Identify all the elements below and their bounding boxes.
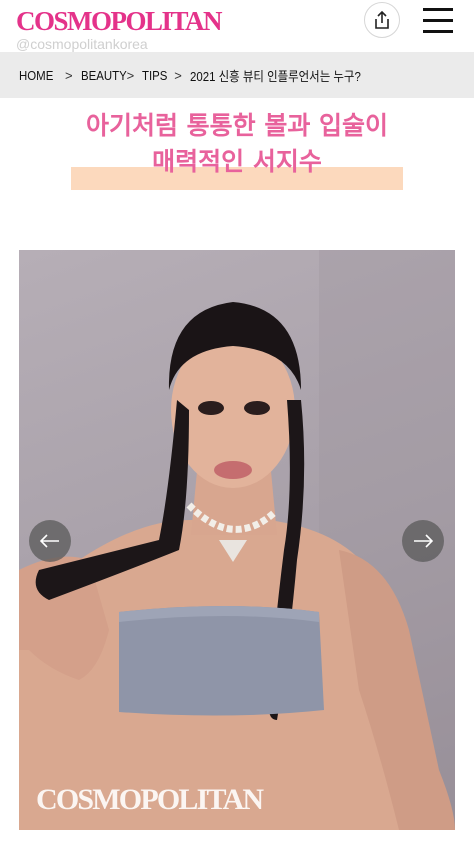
headline-line-2: 매력적인 서지수 bbox=[152, 147, 322, 176]
hamburger-menu-icon bbox=[423, 30, 453, 33]
cosmopolitan-logo[interactable]: COSMOPOLITAN bbox=[16, 4, 223, 38]
gallery-prev-button[interactable] bbox=[29, 520, 71, 562]
breadcrumb-home[interactable]: HOME bbox=[19, 68, 59, 83]
hamburger-menu-icon bbox=[423, 8, 453, 11]
headline-line-1: 아기처럼 통통한 볼과 입술이 bbox=[85, 111, 389, 140]
arrow-left-icon bbox=[40, 534, 59, 548]
arrow-right-icon bbox=[414, 534, 433, 548]
breadcrumb: HOME > BEAUTY > TIPS > 2021 신흥 뷰티 인플루언서는… bbox=[0, 52, 474, 98]
share-icon bbox=[375, 10, 389, 29]
chevron-right-icon: > bbox=[126, 67, 135, 83]
gallery-next-button[interactable] bbox=[402, 520, 444, 562]
cosmopolitan-watermark: COSMOPOLITAN bbox=[36, 783, 264, 816]
breadcrumb-beauty[interactable]: BEAUTY bbox=[81, 68, 127, 83]
breadcrumb-article-title: 2021 신흥 뷰티 인플루언서는 누구? bbox=[189, 68, 361, 84]
hamburger-menu-icon bbox=[423, 19, 453, 22]
article-headline: 아기처럼 통통한 볼과 입술이 매력적인 서지수 bbox=[0, 108, 474, 180]
chevron-right-icon: > bbox=[65, 67, 73, 83]
breadcrumb-tips[interactable]: TIPS bbox=[142, 68, 170, 83]
instagram-handle-watermark: @cosmopolitankorea bbox=[16, 36, 148, 52]
gallery-photo[interactable] bbox=[19, 250, 455, 830]
site-header: COSMOPOLITAN @cosmopolitankorea bbox=[0, 0, 474, 52]
chevron-right-icon: > bbox=[174, 67, 182, 83]
hamburger-menu-button[interactable] bbox=[423, 8, 455, 34]
portrait-illustration bbox=[19, 250, 455, 830]
share-button[interactable] bbox=[364, 2, 400, 38]
